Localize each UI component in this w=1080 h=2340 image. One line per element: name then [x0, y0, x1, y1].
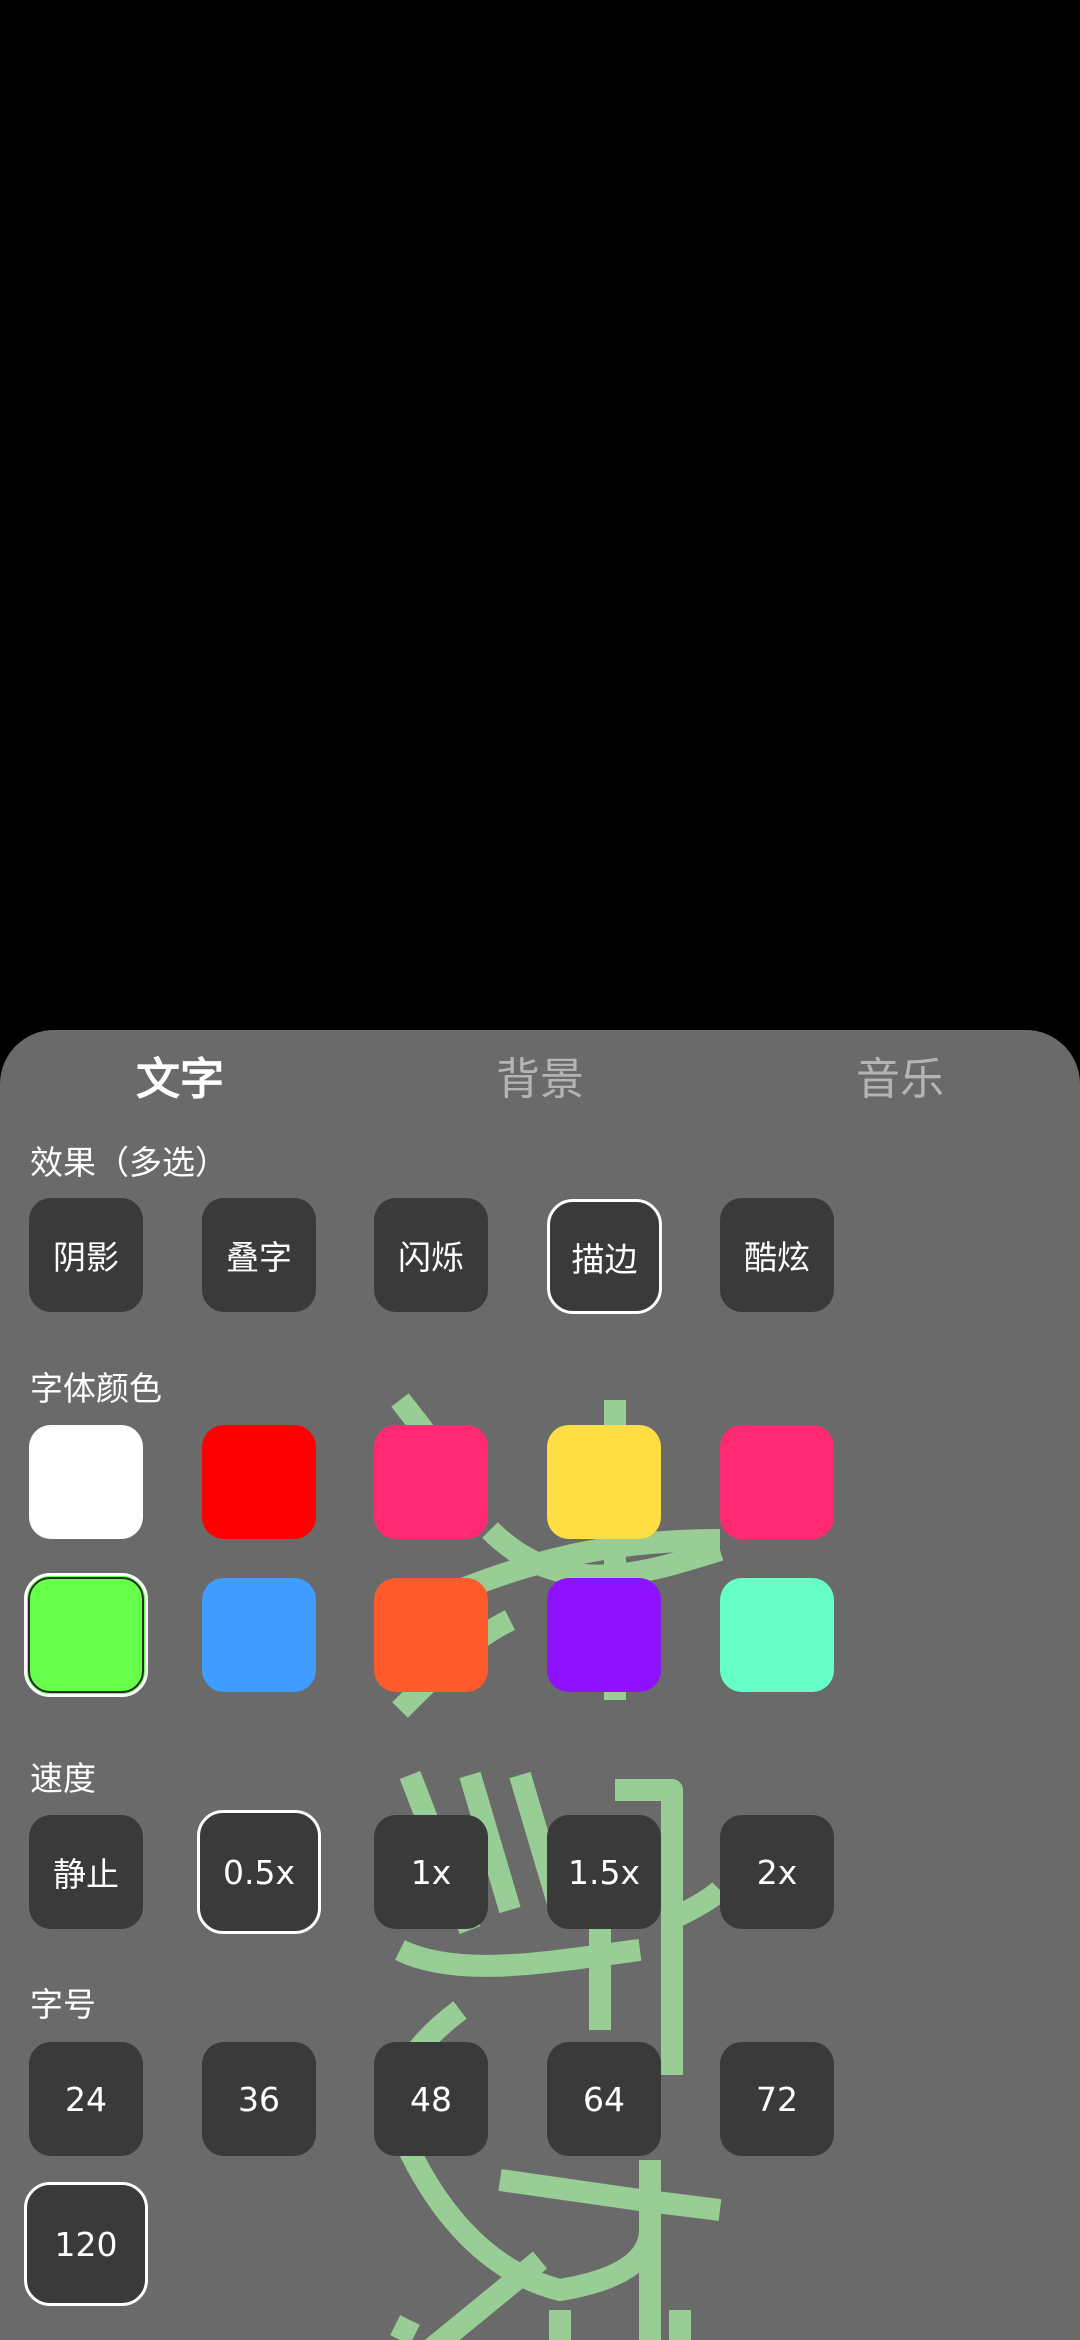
- tab-music-label: 音乐: [856, 1054, 944, 1105]
- font-size-36-button[interactable]: 36: [202, 2042, 316, 2156]
- tab-text-label: 文字: [136, 1054, 224, 1105]
- effect-overlap-button[interactable]: 叠字: [202, 1198, 316, 1312]
- text-preview-ghost: [389, 1393, 728, 2340]
- font-size-64-button[interactable]: 64: [547, 2042, 661, 2156]
- color-swatch-purple[interactable]: [547, 1578, 661, 1692]
- font-color-label: 字体颜色: [30, 1369, 162, 1408]
- color-swatch-yellow[interactable]: [547, 1425, 661, 1539]
- tab-background[interactable]: 背景: [430, 1050, 650, 1110]
- effect-cool-button[interactable]: 酷炫: [720, 1198, 834, 1312]
- effects-label: 效果（多选）: [30, 1143, 228, 1182]
- color-swatch-rose[interactable]: [720, 1425, 834, 1539]
- color-swatch-green[interactable]: [24, 1573, 148, 1697]
- effect-blink-button[interactable]: 闪烁: [374, 1198, 488, 1312]
- font-size-label: 字号: [30, 1985, 96, 2024]
- preview-area: [0, 0, 1080, 1030]
- color-swatch-red[interactable]: [202, 1425, 316, 1539]
- speed-still-button[interactable]: 静止: [29, 1815, 143, 1929]
- color-swatch-orange[interactable]: [374, 1578, 488, 1692]
- font-size-24-button[interactable]: 24: [29, 2042, 143, 2156]
- color-swatch-aqua[interactable]: [720, 1578, 834, 1692]
- speed-1-5x-button[interactable]: 1.5x: [547, 1815, 661, 1929]
- font-size-48-button[interactable]: 48: [374, 2042, 488, 2156]
- settings-panel: 文字 背景 音乐 效果（多选） 阴影 叠字 闪烁 描边 酷炫 字体颜色 速度 静…: [0, 1030, 1080, 2340]
- speed-2x-button[interactable]: 2x: [720, 1815, 834, 1929]
- speed-0-5x-button[interactable]: 0.5x: [197, 1810, 321, 1934]
- speed-label: 速度: [30, 1759, 96, 1798]
- tab-background-label: 背景: [496, 1054, 584, 1105]
- color-swatch-blue[interactable]: [202, 1578, 316, 1692]
- speed-1x-button[interactable]: 1x: [374, 1815, 488, 1929]
- font-size-72-button[interactable]: 72: [720, 2042, 834, 2156]
- tab-music[interactable]: 音乐: [790, 1050, 1010, 1110]
- color-swatch-white[interactable]: [29, 1425, 143, 1539]
- effect-shadow-button[interactable]: 阴影: [29, 1198, 143, 1312]
- font-size-120-button[interactable]: 120: [24, 2182, 148, 2306]
- effect-outline-button[interactable]: 描边: [547, 1199, 662, 1314]
- tab-text[interactable]: 文字: [70, 1050, 290, 1110]
- color-swatch-pink[interactable]: [374, 1425, 488, 1539]
